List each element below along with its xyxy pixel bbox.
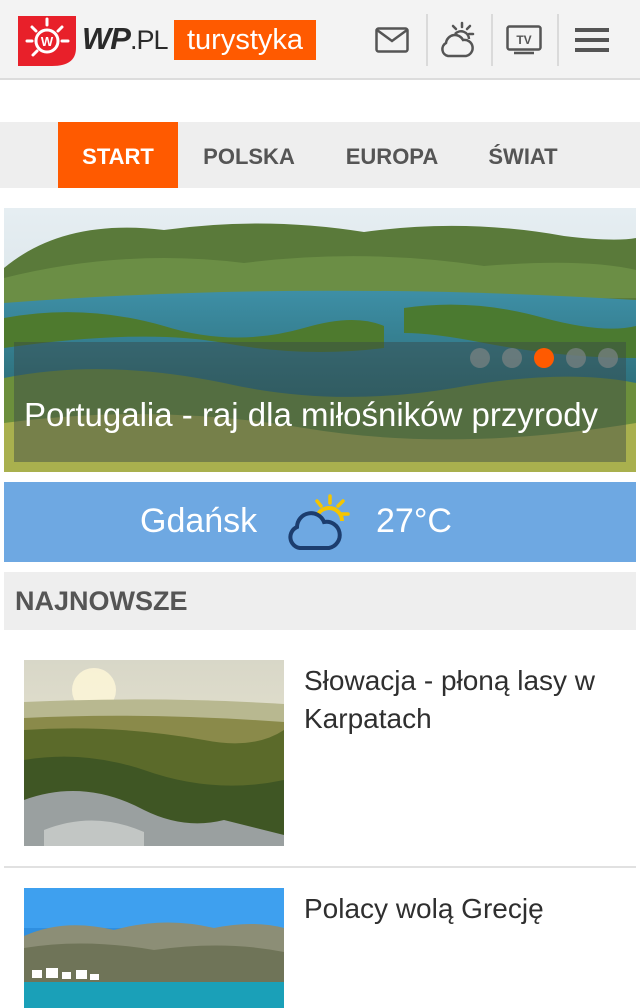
carousel-dot-1[interactable] [470,348,490,368]
svg-text:W: W [41,34,54,49]
brand-name[interactable]: WP.PL [82,21,169,57]
carousel-dot-4[interactable] [566,348,586,368]
section-header-latest: NAJNOWSZE [4,572,636,630]
article-item[interactable]: Słowacja - płoną lasy w Karpatach [0,660,640,850]
tv-label: TV [516,33,531,47]
tv-icon[interactable]: TV [496,12,552,68]
top-header: W WP.PL turystyka TV [0,0,640,80]
category-nav: START POLSKA EUROPA ŚWIAT [0,122,640,188]
weather-icon[interactable] [430,12,486,68]
menu-icon[interactable] [564,12,620,68]
article-title[interactable]: Polacy wolą Grecję [304,890,624,928]
weather-bar[interactable]: Gdańsk 27°C [4,482,636,562]
hero-title[interactable]: Portugalia - raj dla miłośników przyrody [24,396,598,434]
carousel-dot-5[interactable] [598,348,618,368]
article-thumbnail[interactable] [24,888,284,1008]
partly-cloudy-icon [288,494,350,550]
mail-icon[interactable] [364,12,420,68]
weather-temperature: 27°C [376,502,452,540]
section-title: NAJNOWSZE [15,586,188,616]
brand-suffix: .PL [129,25,169,55]
section-badge[interactable]: turystyka [174,20,317,60]
wp-logo-icon[interactable]: W [12,10,82,70]
header-divider [426,14,428,66]
tab-europa[interactable]: EUROPA [330,122,454,188]
article-thumbnail[interactable] [24,660,284,846]
list-divider [4,866,636,868]
weather-city: Gdańsk [140,502,258,540]
hero-carousel[interactable]: Portugalia - raj dla miłośników przyrody [4,208,636,472]
tab-swiat[interactable]: ŚWIAT [474,122,572,188]
header-divider [557,14,559,66]
article-item[interactable]: Polacy wolą Grecję [0,888,640,1008]
tab-polska[interactable]: POLSKA [190,122,308,188]
brand-main: WP [82,21,131,56]
carousel-dot-3[interactable] [534,348,554,368]
article-title[interactable]: Słowacja - płoną lasy w Karpatach [304,662,624,738]
carousel-dot-2[interactable] [502,348,522,368]
tab-start[interactable]: START [58,122,178,188]
header-divider [491,14,493,66]
